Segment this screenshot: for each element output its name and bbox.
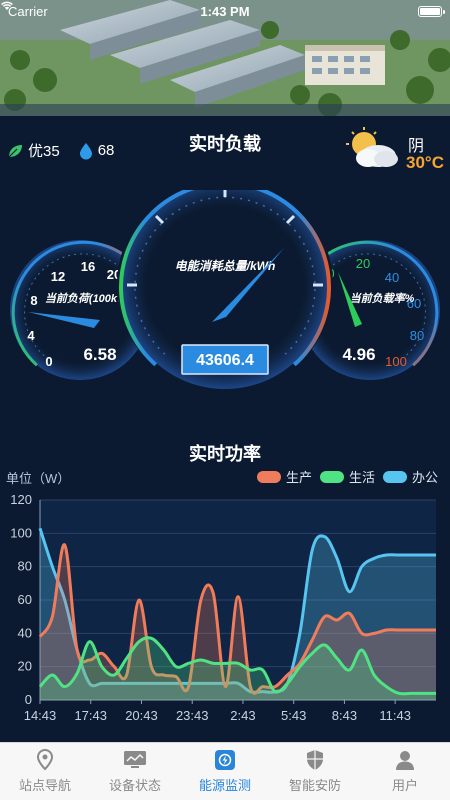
rate-tick-40: 40 bbox=[385, 270, 399, 285]
x-tick-label: 17:43 bbox=[74, 708, 107, 723]
monitor-icon bbox=[124, 751, 146, 768]
rate-tick-100: 100 bbox=[385, 354, 407, 369]
tab-label-user: 用户 bbox=[391, 778, 418, 793]
load-gauge-value: 6.58 bbox=[83, 345, 116, 364]
load-tick-4: 4 bbox=[27, 328, 35, 343]
power-chart[interactable]: 0 20 40 60 80 100 120 14:43 17:43 20:43 23:43 2:43 5… bbox=[0, 488, 450, 724]
energy-gauge-label: 电能消耗总量/kWh bbox=[175, 259, 276, 273]
x-tick-label: 2:43 bbox=[230, 708, 255, 723]
tab-device-status[interactable]: 设备状态 bbox=[92, 749, 178, 794]
tab-energy-monitoring[interactable]: 能源监测 bbox=[182, 749, 268, 794]
y-tick-label: 60 bbox=[18, 592, 32, 607]
weather-temperature: 30°C bbox=[406, 153, 444, 172]
legend-swatch-office bbox=[382, 470, 407, 483]
x-tick-label: 8:43 bbox=[332, 708, 357, 723]
tab-label-energy-monitoring: 能源监测 bbox=[198, 778, 251, 793]
y-tick-label: 0 bbox=[25, 692, 32, 707]
tab-user[interactable]: 用户 bbox=[362, 749, 448, 794]
legend-label-production: 生产 bbox=[285, 470, 312, 485]
rate-tick-20: 20 bbox=[356, 256, 370, 271]
y-tick-label: 80 bbox=[18, 559, 32, 574]
tab-site-navigation[interactable]: 站点导航 bbox=[2, 749, 88, 794]
tab-label-device-status: 设备状态 bbox=[108, 778, 161, 793]
energy-gauge-value: 43606.4 bbox=[196, 352, 254, 369]
rate-gauge-value: 4.96 bbox=[342, 345, 375, 364]
rate-tick-80: 80 bbox=[410, 328, 424, 343]
legend-item-office[interactable]: 办公 bbox=[382, 467, 438, 486]
x-tick-label: 23:43 bbox=[176, 708, 209, 723]
legend-swatch-production bbox=[256, 470, 281, 483]
status-time: 1:43 PM bbox=[200, 3, 250, 19]
x-tick-label: 5:43 bbox=[281, 708, 306, 723]
tab-label-site-navigation: 站点导航 bbox=[18, 778, 71, 793]
cloudy-sun-icon bbox=[346, 127, 398, 167]
energy-total-gauge: 电能消耗总量/kWh 43606.4 bbox=[117, 190, 333, 393]
header-photo: Carrier 1:43 PM bbox=[0, 0, 450, 116]
x-tick-label: 14:43 bbox=[24, 708, 57, 723]
shield-icon bbox=[307, 750, 323, 770]
weather-widget: 阴 30°C bbox=[344, 126, 450, 172]
battery-icon bbox=[418, 5, 445, 17]
load-tick-0: 0 bbox=[45, 354, 52, 369]
y-tick-label: 120 bbox=[10, 492, 32, 507]
energy-icon bbox=[215, 750, 235, 770]
power-section-title: 实时功率 bbox=[189, 444, 261, 464]
legend-item-production[interactable]: 生产 bbox=[256, 467, 312, 486]
tab-label-smart-security: 智能安防 bbox=[288, 778, 341, 793]
x-tick-label: 20:43 bbox=[125, 708, 158, 723]
y-tick-label: 40 bbox=[18, 625, 32, 640]
load-gauges: 0 4 8 12 16 20 当前负荷(100kW) 6.58 0 20 40 … bbox=[10, 190, 440, 393]
load-tick-8: 8 bbox=[30, 293, 37, 308]
power-unit-label: 单位（W） bbox=[6, 471, 71, 486]
user-icon bbox=[396, 751, 414, 770]
rate-gauge-label: 当前负载率% bbox=[350, 292, 415, 305]
legend-swatch-living bbox=[319, 470, 344, 483]
legend-label-office: 办公 bbox=[411, 470, 438, 485]
status-bar: Carrier 1:43 PM bbox=[0, 0, 450, 22]
y-tick-label: 100 bbox=[10, 525, 32, 540]
load-tick-12: 12 bbox=[51, 269, 65, 284]
tab-bar: 站点导航 设备状态 能源监测 智能安防 用户 bbox=[0, 742, 450, 800]
legend-label-living: 生活 bbox=[348, 470, 375, 485]
load-tick-16: 16 bbox=[81, 259, 95, 274]
tab-smart-security[interactable]: 智能安防 bbox=[272, 749, 358, 794]
chart-legend: 生产 生活 办公 bbox=[256, 467, 438, 486]
location-pin-icon bbox=[36, 749, 54, 771]
x-tick-label: 11:43 bbox=[379, 708, 411, 723]
legend-item-living[interactable]: 生活 bbox=[319, 467, 375, 486]
y-tick-label: 20 bbox=[18, 659, 32, 674]
